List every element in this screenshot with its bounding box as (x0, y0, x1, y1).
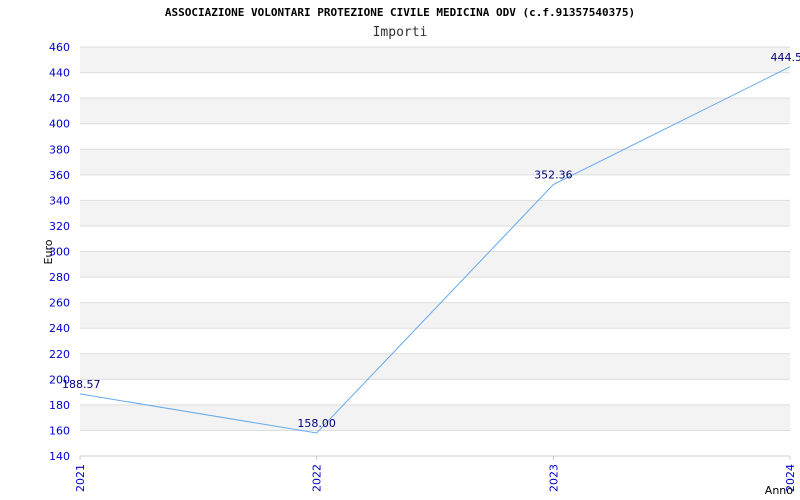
data-label: 444.5 (771, 51, 800, 64)
y-tick-label: 160 (49, 424, 70, 437)
grid-band (80, 302, 790, 329)
x-tick-labels: 2021 2022 2023 2024 (74, 456, 797, 492)
y-tick-label: 320 (49, 220, 70, 233)
line-chart: 1401601802002202402602803003203403603804… (42, 41, 800, 497)
x-tick-label: 2023 (547, 464, 560, 492)
grid-band (80, 149, 790, 175)
grid-band (80, 47, 790, 73)
y-axis-label: Euro (42, 239, 55, 264)
y-tick-label: 380 (49, 143, 70, 156)
grid-band (80, 72, 790, 99)
x-tick-label: 2021 (74, 464, 87, 492)
grid-band (80, 277, 790, 303)
y-tick-label: 360 (49, 169, 70, 182)
grid-band (80, 174, 790, 201)
grid-band (80, 430, 790, 456)
grid-band (80, 251, 790, 278)
y-tick-label: 180 (49, 399, 70, 412)
grid-band (80, 200, 790, 226)
y-tick-label: 340 (49, 194, 70, 207)
data-label: 158.00 (297, 417, 336, 430)
y-tick-label: 440 (49, 67, 70, 80)
grid-band (80, 328, 790, 354)
y-tick-label: 240 (49, 322, 70, 335)
data-label: 188.57 (62, 378, 101, 391)
grid-band (80, 123, 790, 150)
y-tick-label: 460 (49, 41, 70, 54)
grid-band (80, 353, 790, 380)
x-tick-label: 2022 (311, 464, 324, 492)
y-tick-label: 280 (49, 271, 70, 284)
grid-band (80, 404, 790, 431)
y-tick-label: 420 (49, 92, 70, 105)
x-axis-label: Anno (765, 484, 793, 497)
y-tick-label: 220 (49, 348, 70, 361)
y-tick-label: 400 (49, 118, 70, 131)
data-label: 352.36 (534, 169, 573, 182)
y-tick-label: 260 (49, 297, 70, 310)
y-tick-label: 140 (49, 450, 70, 463)
grid-band (80, 225, 790, 252)
grid-band (80, 379, 790, 405)
